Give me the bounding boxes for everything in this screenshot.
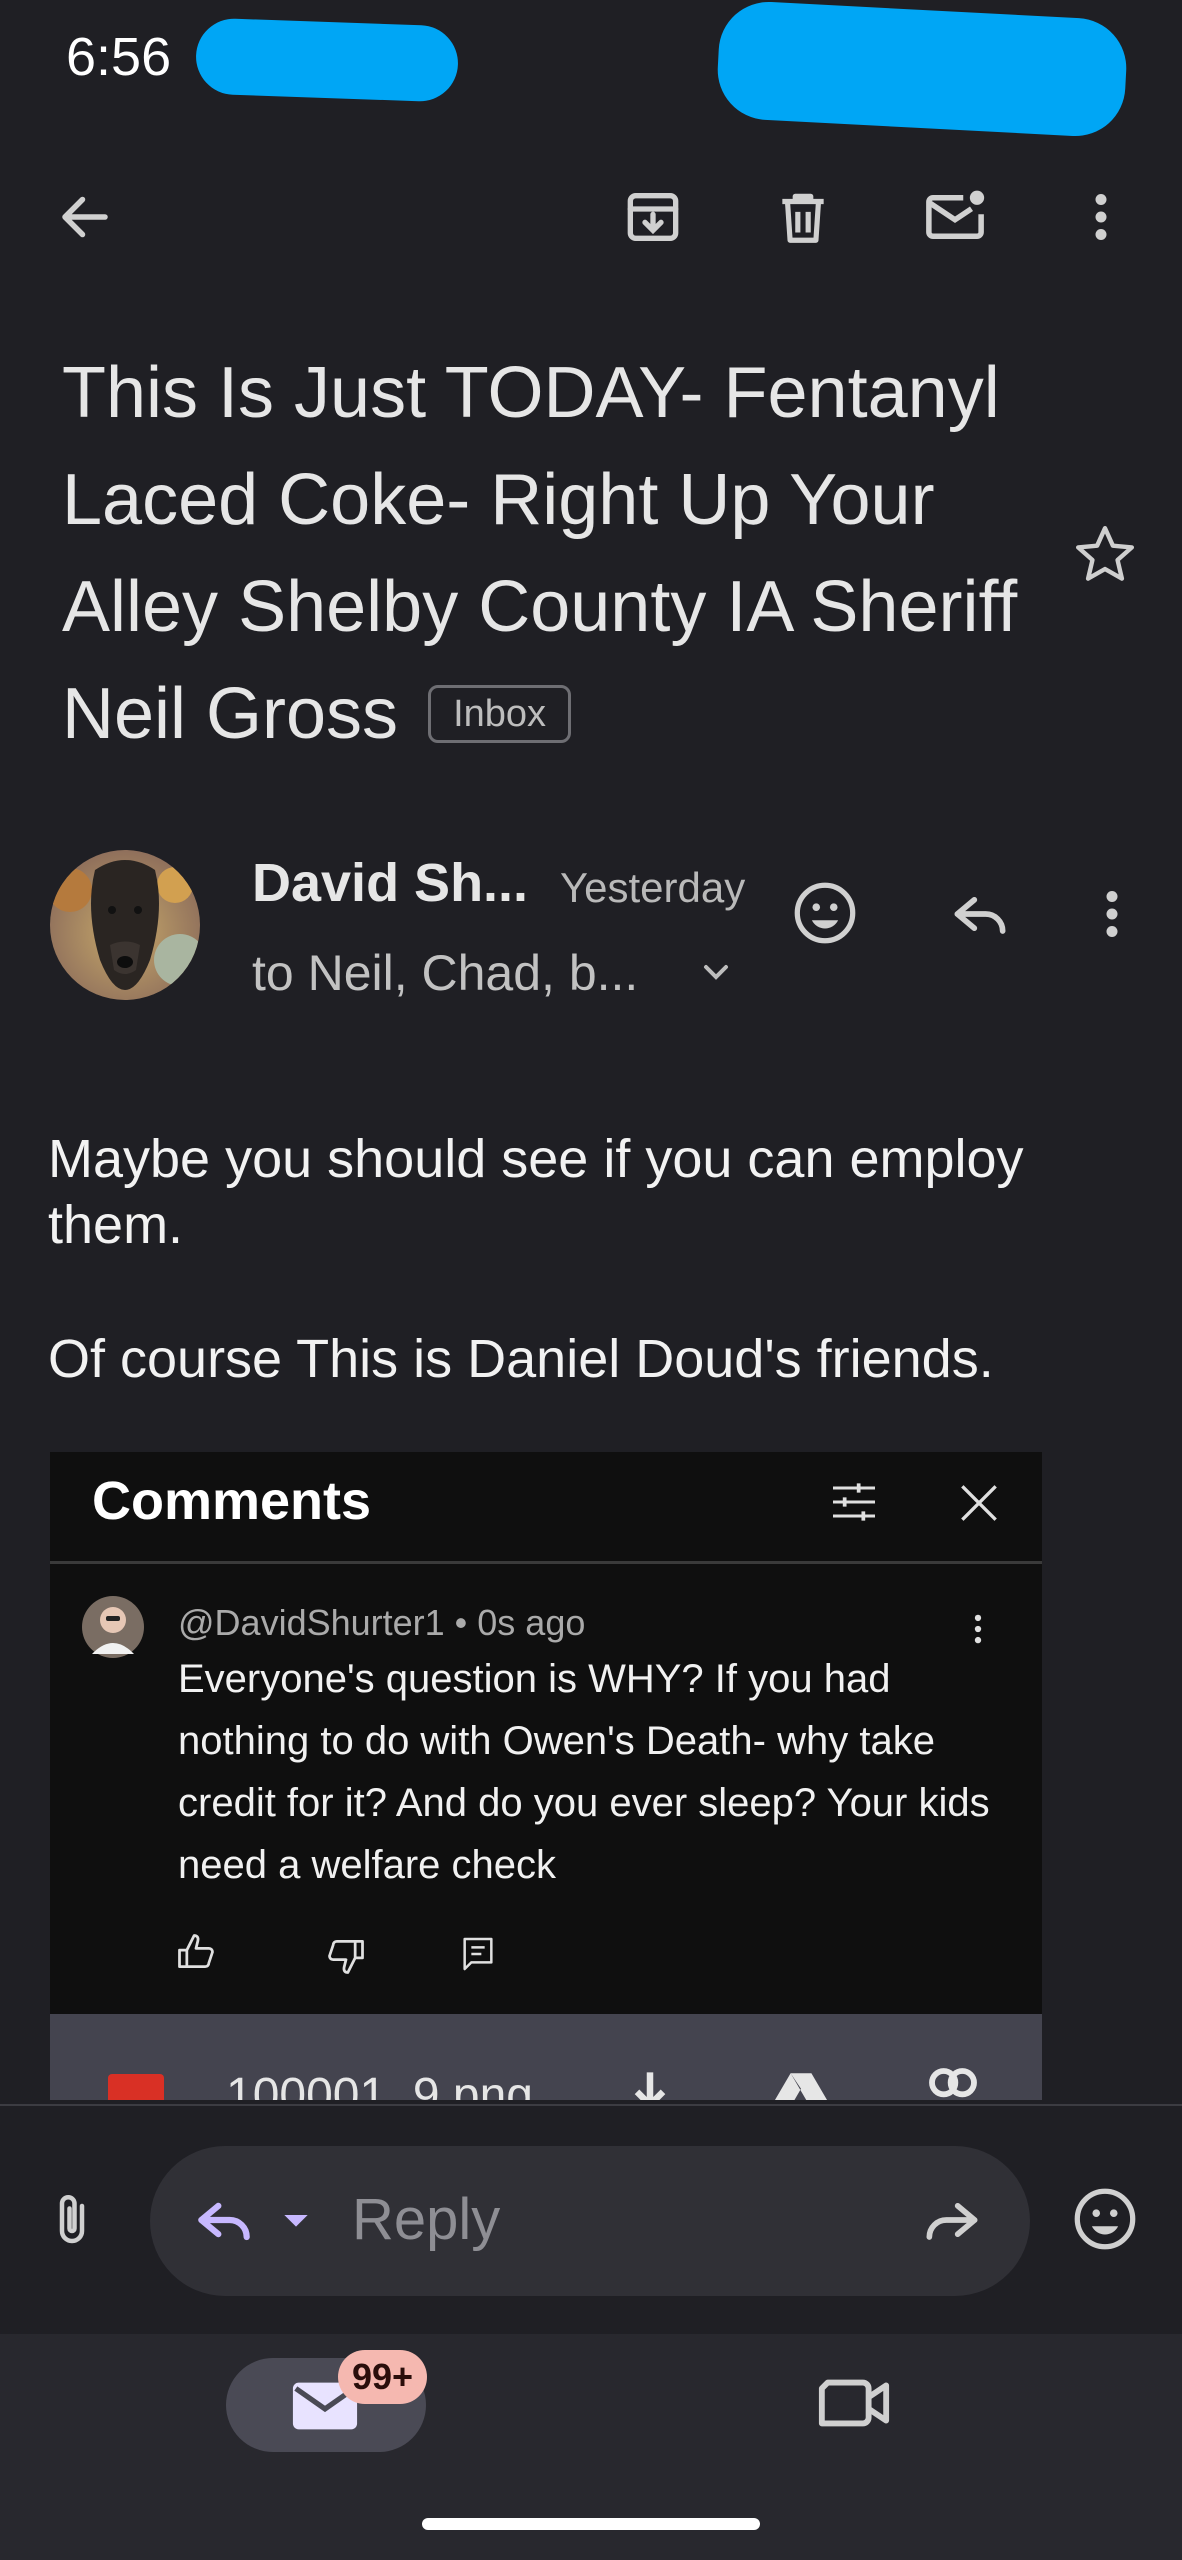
body-paragraph-1: Maybe you should see if you can employ t…	[48, 1129, 1024, 1255]
more-vert-icon	[974, 1614, 982, 1644]
body-paragraph-2: Of course This is Daniel Doud's friends.	[48, 1329, 994, 1389]
drive-icon[interactable]	[768, 2068, 834, 2100]
back-arrow-icon	[62, 196, 108, 238]
redaction-mark-left	[194, 17, 460, 103]
add-to-photos-icon[interactable]	[920, 2064, 986, 2100]
embed-header: Comments	[50, 1452, 1042, 1564]
nav-meet-tab[interactable]	[816, 2372, 892, 2434]
mark-unread-button[interactable]	[910, 172, 1000, 262]
reply-placeholder: Reply	[352, 2187, 501, 2252]
reply-type-button[interactable]	[190, 2186, 316, 2254]
comment-handle: @DavidShurter1 • 0s ago	[178, 1602, 586, 1643]
reply-icon	[198, 2202, 250, 2241]
chevron-down-icon	[704, 965, 728, 980]
tune-icon	[833, 1483, 875, 1521]
attach-button[interactable]	[42, 2186, 102, 2256]
status-time: 6:56	[66, 27, 172, 87]
avatar-dog-image	[50, 850, 200, 1000]
reply-emoji-button[interactable]	[1070, 2184, 1140, 2254]
video-icon	[818, 2379, 890, 2427]
sent-time: Yesterday	[560, 864, 746, 911]
add-reaction-button[interactable]	[790, 878, 860, 948]
attachment-filename: 100001_9.png	[226, 2069, 533, 2100]
attachment-bar[interactable]: 100001_9.png	[50, 2014, 1042, 2100]
home-indicator[interactable]	[422, 2518, 760, 2530]
attachment-thumbnail	[108, 2074, 164, 2100]
close-icon	[961, 1485, 997, 1521]
forward-button[interactable]	[918, 2186, 986, 2254]
archive-button[interactable]	[608, 172, 698, 262]
archive-icon	[627, 193, 679, 241]
recipients-summary[interactable]: to Neil, Chad, b...	[252, 944, 638, 1002]
chevron-down-icon	[284, 2215, 308, 2227]
email-subject: This Is Just TODAY- Fentanyl Laced Coke-…	[62, 340, 1042, 768]
message-more-button[interactable]	[1094, 884, 1130, 944]
inline-image[interactable]: Comments @DavidShurter1 • 0s ago Everyon…	[50, 1452, 1042, 2100]
unread-count-badge: 99+	[338, 2350, 428, 2404]
dislike-icon	[328, 1939, 364, 1974]
like-icon	[178, 1934, 214, 1969]
back-button[interactable]	[40, 172, 130, 262]
commenter-avatar	[82, 1596, 144, 1658]
reply-button[interactable]	[946, 880, 1014, 948]
forward-icon	[926, 2203, 978, 2240]
reply-comment-icon	[463, 1937, 493, 1971]
emoji-icon	[794, 882, 856, 944]
inbox-label-chip[interactable]: Inbox	[428, 685, 572, 743]
delete-button[interactable]	[758, 172, 848, 262]
redaction-mark-right	[715, 0, 1129, 139]
comment-text: Everyone's question is WHY? If you had n…	[178, 1657, 990, 1887]
mark-unread-icon	[926, 190, 985, 239]
more-options-button[interactable]	[1056, 172, 1146, 262]
more-vert-icon	[1095, 194, 1107, 240]
download-icon[interactable]	[624, 2068, 676, 2100]
avatar[interactable]	[50, 850, 200, 1000]
emoji-icon	[1074, 2188, 1136, 2250]
star-icon	[1075, 525, 1135, 581]
delete-icon	[782, 193, 824, 243]
embed-title: Comments	[92, 1471, 372, 1531]
sender-name[interactable]: David Sh...	[252, 852, 528, 914]
expand-details-button[interactable]	[696, 952, 736, 992]
reply-icon	[954, 897, 1006, 934]
star-button[interactable]	[1070, 520, 1140, 590]
more-vert-icon	[1106, 891, 1118, 937]
attach-icon	[59, 2195, 85, 2244]
